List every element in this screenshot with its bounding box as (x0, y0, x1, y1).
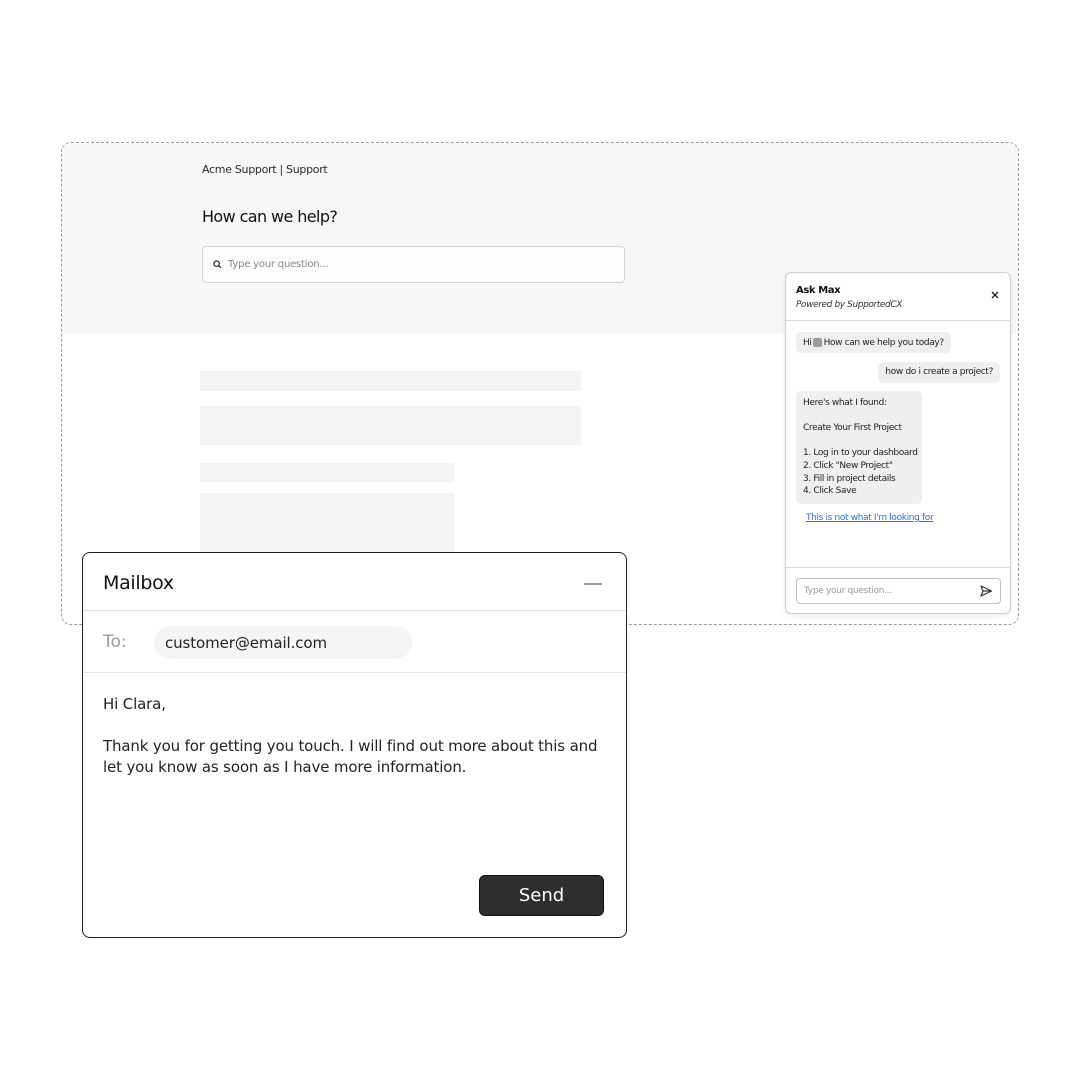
user-message: how do i create a project? (878, 362, 1000, 383)
mailbox-window: Mailbox To: customer@email.com Hi Clara,… (82, 552, 627, 938)
skeleton-block (200, 463, 454, 482)
to-label: To: (103, 632, 127, 652)
bot-message-answer: Here's what I found: Create Your First P… (796, 391, 922, 504)
mailbox-title: Mailbox (103, 572, 174, 594)
skeleton-block (200, 493, 454, 553)
send-button[interactable]: Send (479, 875, 604, 916)
mailbox-header: Mailbox (83, 553, 626, 611)
chat-input[interactable] (804, 586, 964, 596)
answer-intro: Here's what I found: (803, 398, 887, 408)
chat-title: Ask Max (796, 285, 841, 296)
recipient-row: To: customer@email.com (83, 611, 626, 673)
answer-step: 4. Click Save (803, 486, 857, 497)
greeting-text-after: How can we help you today? (823, 337, 945, 348)
page-title: How can we help? (202, 207, 338, 226)
skeleton-block (200, 371, 581, 391)
ask-max-chat-widget: Ask Max Powered by SupportedCX Hi How ca… (785, 272, 1011, 614)
chat-header: Ask Max Powered by SupportedCX (786, 273, 1010, 321)
answer-title: Create Your First Project (803, 423, 902, 434)
email-greeting: Hi Clara, (103, 695, 166, 713)
chat-footer (786, 567, 1010, 613)
recipient-field[interactable]: customer@email.com (154, 626, 412, 659)
skeleton-block (200, 406, 581, 445)
waving-hand-icon (812, 338, 822, 347)
greeting-text-before: Hi (803, 337, 812, 348)
close-icon[interactable] (989, 289, 1001, 301)
chat-subtitle: Powered by SupportedCX (796, 300, 903, 310)
answer-step: 3. Fill in project details (803, 473, 896, 484)
answer-step: 2. Click "New Project" (803, 460, 893, 471)
email-message: Thank you for getting you touch. I will … (103, 737, 598, 776)
not-found-link[interactable]: This is not what I'm looking for (806, 513, 934, 523)
chat-input-box[interactable] (796, 578, 1001, 604)
search-bar[interactable] (202, 246, 625, 283)
recipient-email: customer@email.com (165, 633, 328, 652)
minimize-icon[interactable] (584, 583, 602, 585)
send-icon[interactable] (979, 584, 993, 598)
search-input[interactable] (228, 259, 608, 270)
bot-message-greeting: Hi How can we help you today? (796, 332, 951, 353)
email-body[interactable]: Hi Clara, Thank you for getting you touc… (103, 694, 613, 799)
breadcrumb[interactable]: Acme Support | Support (202, 163, 328, 176)
answer-step: 1. Log in to your dashboard (803, 448, 918, 459)
search-icon (213, 260, 222, 269)
